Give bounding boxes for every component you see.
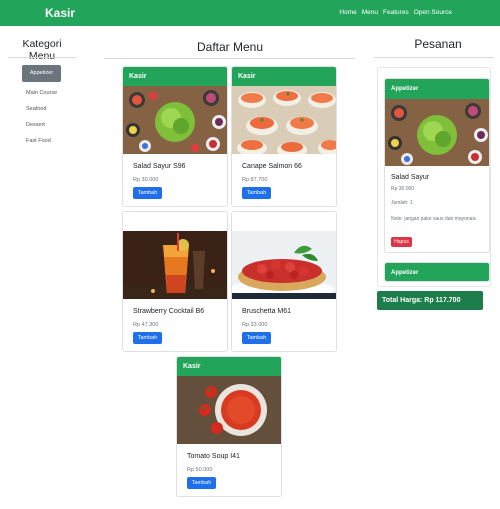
- category-item-fast-food[interactable]: Fast Food: [26, 138, 51, 144]
- menu-divider: [104, 58, 355, 59]
- add-button[interactable]: Tambah: [133, 332, 162, 344]
- order-item-price: Rp 30.000: [391, 186, 415, 192]
- order-card: Appetizer Salad Sayur Rp 30.000 Jumlah: …: [384, 78, 490, 253]
- menu-item-price: Rp 87.700: [242, 177, 268, 183]
- category-item-seafood[interactable]: Seafood: [26, 106, 47, 112]
- order-item-name: Salad Sayur: [391, 174, 430, 181]
- add-button[interactable]: Tambah: [242, 187, 271, 199]
- bruschetta-photo: [232, 231, 336, 299]
- menu-item-name: Canape Salmon 66: [242, 163, 302, 170]
- menu-item-name: Strawberry Cocktail B6: [133, 308, 205, 315]
- add-button[interactable]: Tambah: [187, 477, 216, 489]
- navbar: Kasir Home Menu Features Open Source: [0, 0, 500, 26]
- menu-item-price: Rp 47.300: [133, 322, 159, 328]
- menu-card: Kasir Tomato Soup I41 Rp 50.000 Tambah: [176, 356, 282, 497]
- nav-links: Home Menu Features Open Source: [339, 9, 452, 16]
- menu-item-name: Bruschetta M61: [242, 308, 292, 315]
- order-item-quantity: Jumlah: 1: [391, 200, 413, 206]
- delete-button[interactable]: Hapus: [391, 237, 412, 247]
- category-divider: [8, 57, 76, 58]
- menu-card: Kasir Salad Sayur S96 Rp 30.000 Tambah: [122, 66, 228, 207]
- category-title: Kategori Menu: [22, 38, 62, 62]
- card-header: Kasir: [123, 67, 227, 86]
- category-item-main-course[interactable]: Main Course: [26, 90, 57, 96]
- menu-item-name: Tomato Soup I41: [187, 453, 240, 460]
- orders-divider: [374, 57, 494, 58]
- card-header: Kasir: [232, 67, 336, 86]
- salad-photo: [123, 86, 227, 154]
- category-button-appetizer[interactable]: Appetizer: [22, 65, 61, 82]
- card-header: Kasir: [177, 357, 281, 376]
- nav-link-open-source[interactable]: Open Source: [414, 9, 452, 16]
- menu-card: Kasir Canape Salmon 66 Rp 87.700 Tambah: [231, 66, 337, 207]
- menu-item-name: Salad Sayur S96: [133, 163, 186, 170]
- menu-card: Strawberry Cocktail B6 Rp 47.300 Tambah: [122, 211, 228, 352]
- nav-link-home[interactable]: Home: [339, 9, 356, 16]
- tomato-soup-photo: [177, 376, 281, 444]
- brand-logo[interactable]: Kasir: [45, 6, 75, 20]
- orders-title: Pesanan: [414, 37, 462, 51]
- order-card: Appetizer: [384, 262, 490, 282]
- category-item-dessert[interactable]: Dessert: [26, 122, 45, 128]
- order-category: Appetizer: [385, 79, 489, 99]
- order-category: Appetizer: [385, 263, 489, 281]
- menu-card: Bruschetta M61 Rp 33.000 Tambah: [231, 211, 337, 352]
- add-button[interactable]: Tambah: [242, 332, 271, 344]
- cocktail-photo: [123, 231, 227, 299]
- menu-title: Daftar Menu: [196, 40, 264, 54]
- salad-photo: [385, 99, 489, 166]
- add-button[interactable]: Tambah: [133, 187, 162, 199]
- total-price: Total Harga: Rp 117.700: [377, 291, 483, 310]
- nav-link-menu[interactable]: Menu: [362, 9, 378, 16]
- menu-item-price: Rp 50.000: [187, 467, 213, 473]
- nav-link-features[interactable]: Features: [383, 9, 409, 16]
- menu-item-price: Rp 30.000: [133, 177, 159, 183]
- menu-item-price: Rp 33.000: [242, 322, 268, 328]
- salmon-canape-photo: [232, 86, 336, 154]
- order-item-note: Note: jangan pake saus dan mayonais: [391, 216, 477, 222]
